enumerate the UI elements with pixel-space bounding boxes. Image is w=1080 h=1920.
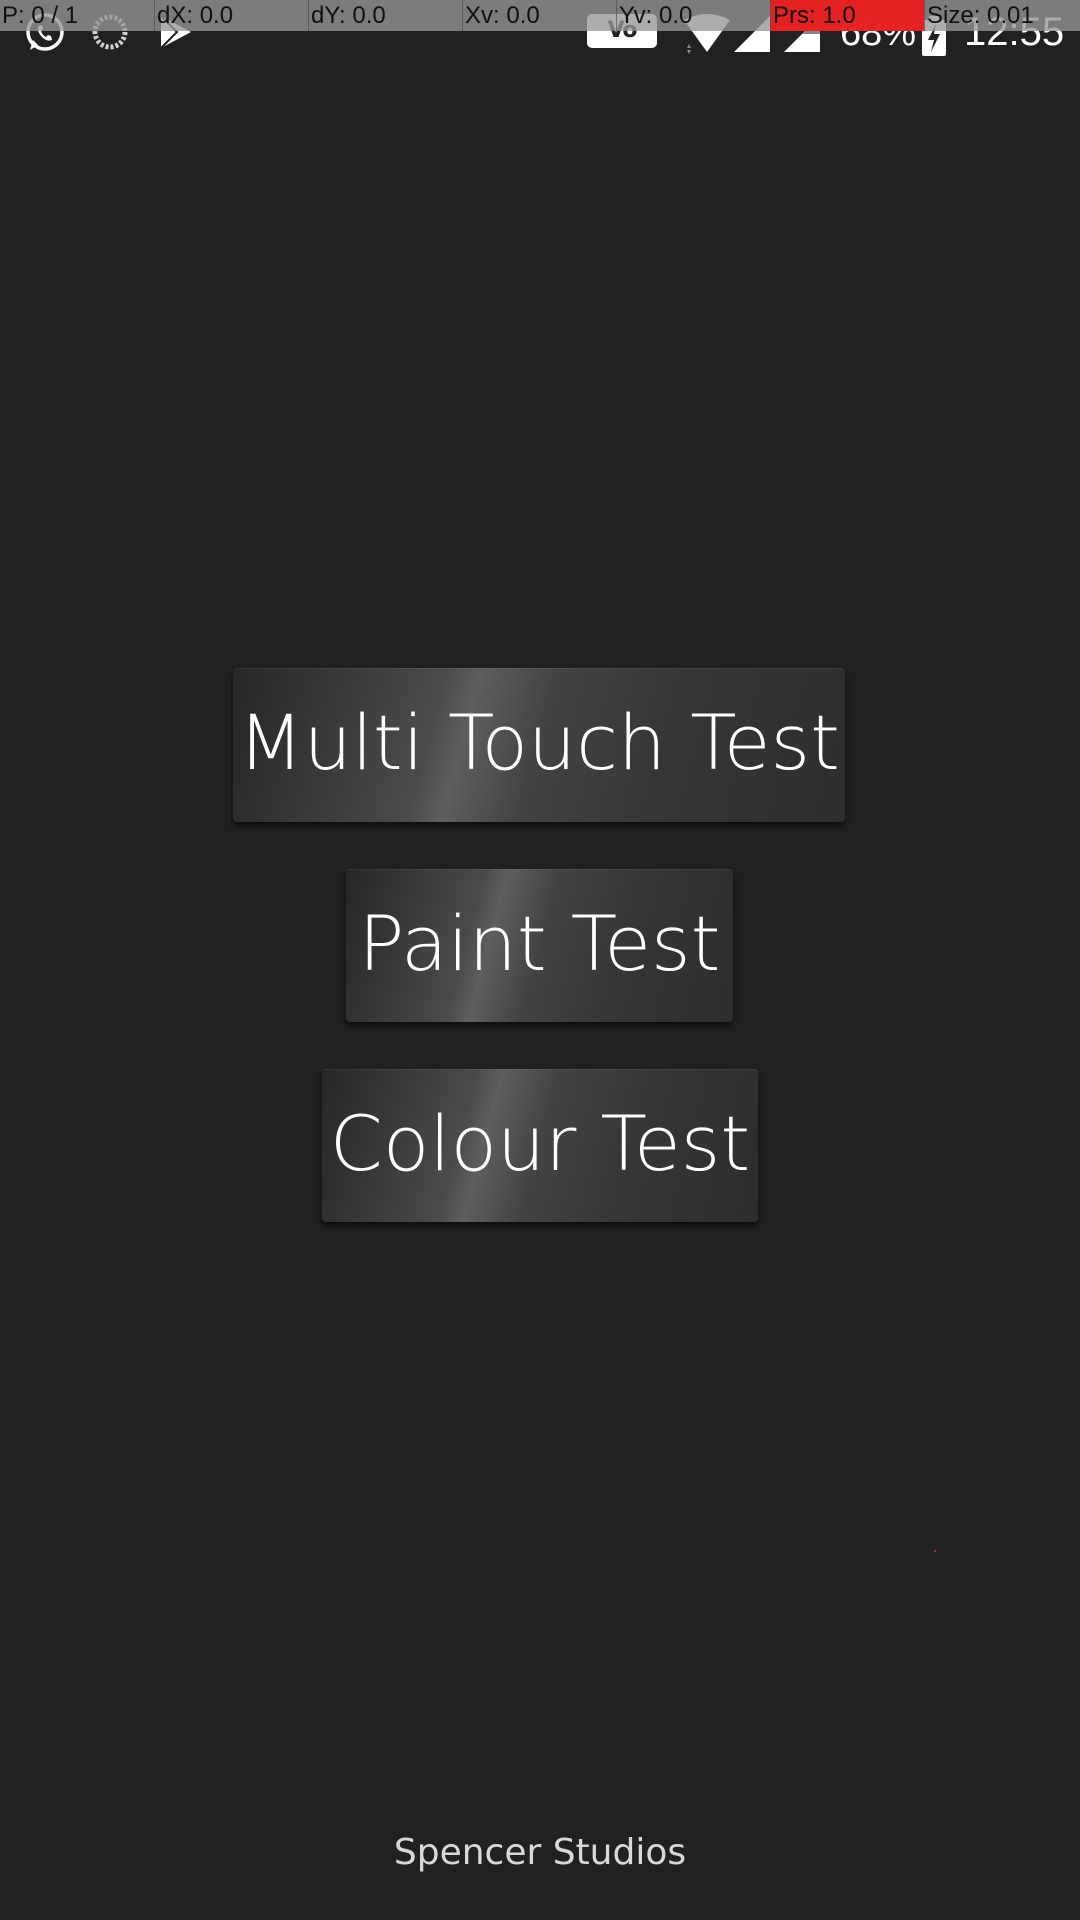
colour-test-label: Colour Test <box>329 1099 751 1188</box>
paint-test-button[interactable]: Paint Test <box>346 869 733 1022</box>
colour-test-button[interactable]: Colour Test <box>322 1069 758 1222</box>
pointer-pressure: Prs: 1.0 <box>770 0 924 31</box>
multi-touch-test-button[interactable]: Multi Touch Test <box>233 668 845 822</box>
pointer-dy: dY: 0.0 <box>308 0 462 31</box>
pointer-dx: dX: 0.0 <box>154 0 308 31</box>
pointer-count: P: 0 / 1 <box>2 2 79 29</box>
app-screen: Vo LTE 68% 12:55 P: 0 / 1 dX: 0.0 dY: 0.… <box>0 0 1080 1920</box>
touch-trace-dot <box>934 1550 936 1552</box>
paint-test-label: Paint Test <box>358 899 721 988</box>
footer-credit: Spencer Studios <box>393 1832 687 1873</box>
pointer-location-overlay: P: 0 / 1 dX: 0.0 dY: 0.0 Xv: 0.0 Yv: 0.0… <box>0 0 1080 31</box>
pointer-xv: Xv: 0.0 <box>462 0 616 31</box>
multi-touch-test-label: Multi Touch Test <box>238 698 840 787</box>
pointer-size: Size: 0.01 <box>924 0 1078 31</box>
pointer-yv: Yv: 0.0 <box>616 0 770 31</box>
